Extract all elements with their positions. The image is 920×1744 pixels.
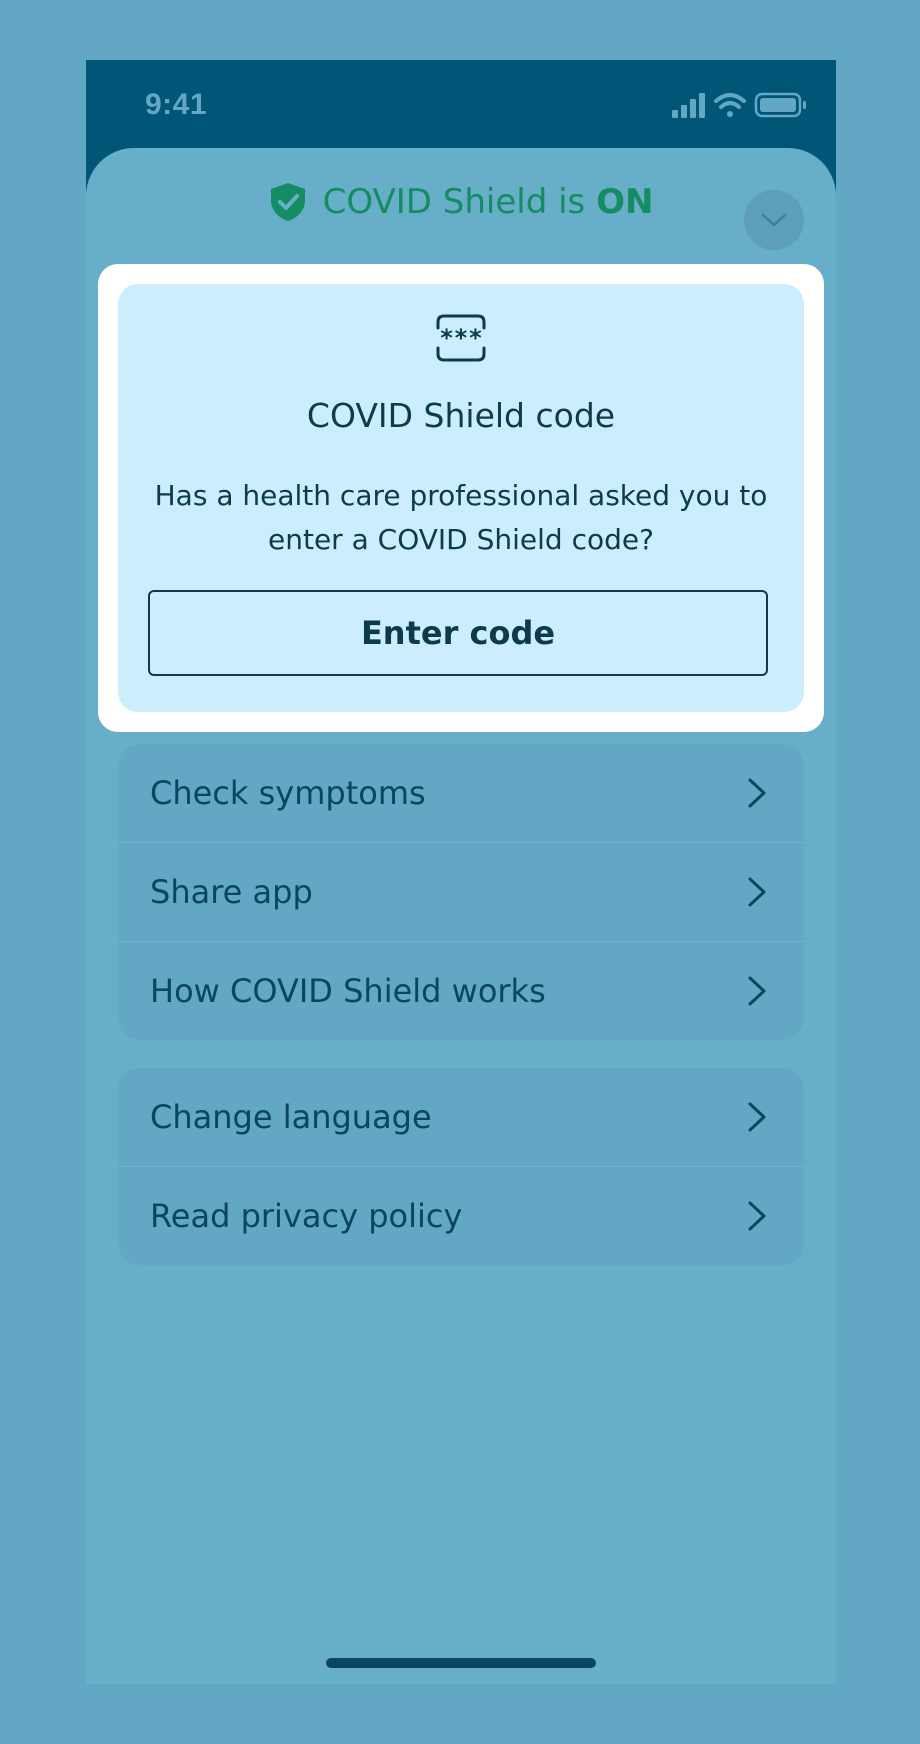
chevron-right-icon [748,1201,766,1231]
shield-status-text: COVID Shield is ON [323,182,654,222]
menu-group-main: Check symptoms Share app How COVID Shiel… [118,744,804,1040]
status-icons [672,90,808,124]
code-card-highlight: *** COVID Shield code Has a health care … [98,264,824,732]
menu-group-settings: Change language Read privacy policy [118,1068,804,1265]
chevron-right-icon [748,877,766,907]
code-card-description: Has a health care professional asked you… [154,479,768,556]
menu-item-change-language[interactable]: Change language [118,1068,804,1166]
code-card-title: COVID Shield code [306,396,616,435]
menu-item-label: Share app [150,873,313,911]
wifi-icon [714,93,746,117]
menu-item-label: How COVID Shield works [150,972,546,1010]
menu-item-label: Check symptoms [150,774,426,812]
shield-status-prefix: COVID Shield is [322,182,597,222]
chevron-down-icon [761,213,787,227]
menu-item-label: Change language [150,1098,432,1136]
status-bar: 9:41 [86,60,836,160]
chevron-right-icon [748,1102,766,1132]
code-card: *** COVID Shield code Has a health care … [118,284,804,712]
shield-status-value: ON [596,182,654,222]
chevron-right-icon [748,778,766,808]
menu-item-how-it-works[interactable]: How COVID Shield works [118,941,804,1040]
home-indicator[interactable] [326,1658,596,1668]
enter-code-button[interactable]: Enter code [148,590,768,676]
code-asterisks-icon: *** [436,314,486,362]
shield-check-icon [270,183,305,221]
status-time: 9:41 [145,88,208,121]
menu-item-check-symptoms[interactable]: Check symptoms [118,744,804,842]
signal-icon [672,93,705,118]
phone-screen: 9:41 COVID Shield is ON *** COVID Shield… [86,60,836,1684]
shield-status-header: COVID Shield is ON [86,172,836,232]
collapse-button[interactable] [744,190,804,250]
menu-item-label: Read privacy policy [150,1197,463,1235]
battery-icon [754,92,806,118]
menu-item-privacy-policy[interactable]: Read privacy policy [118,1166,804,1265]
svg-text:***: *** [439,324,482,352]
menu-item-share-app[interactable]: Share app [118,842,804,941]
chevron-right-icon [748,976,766,1006]
